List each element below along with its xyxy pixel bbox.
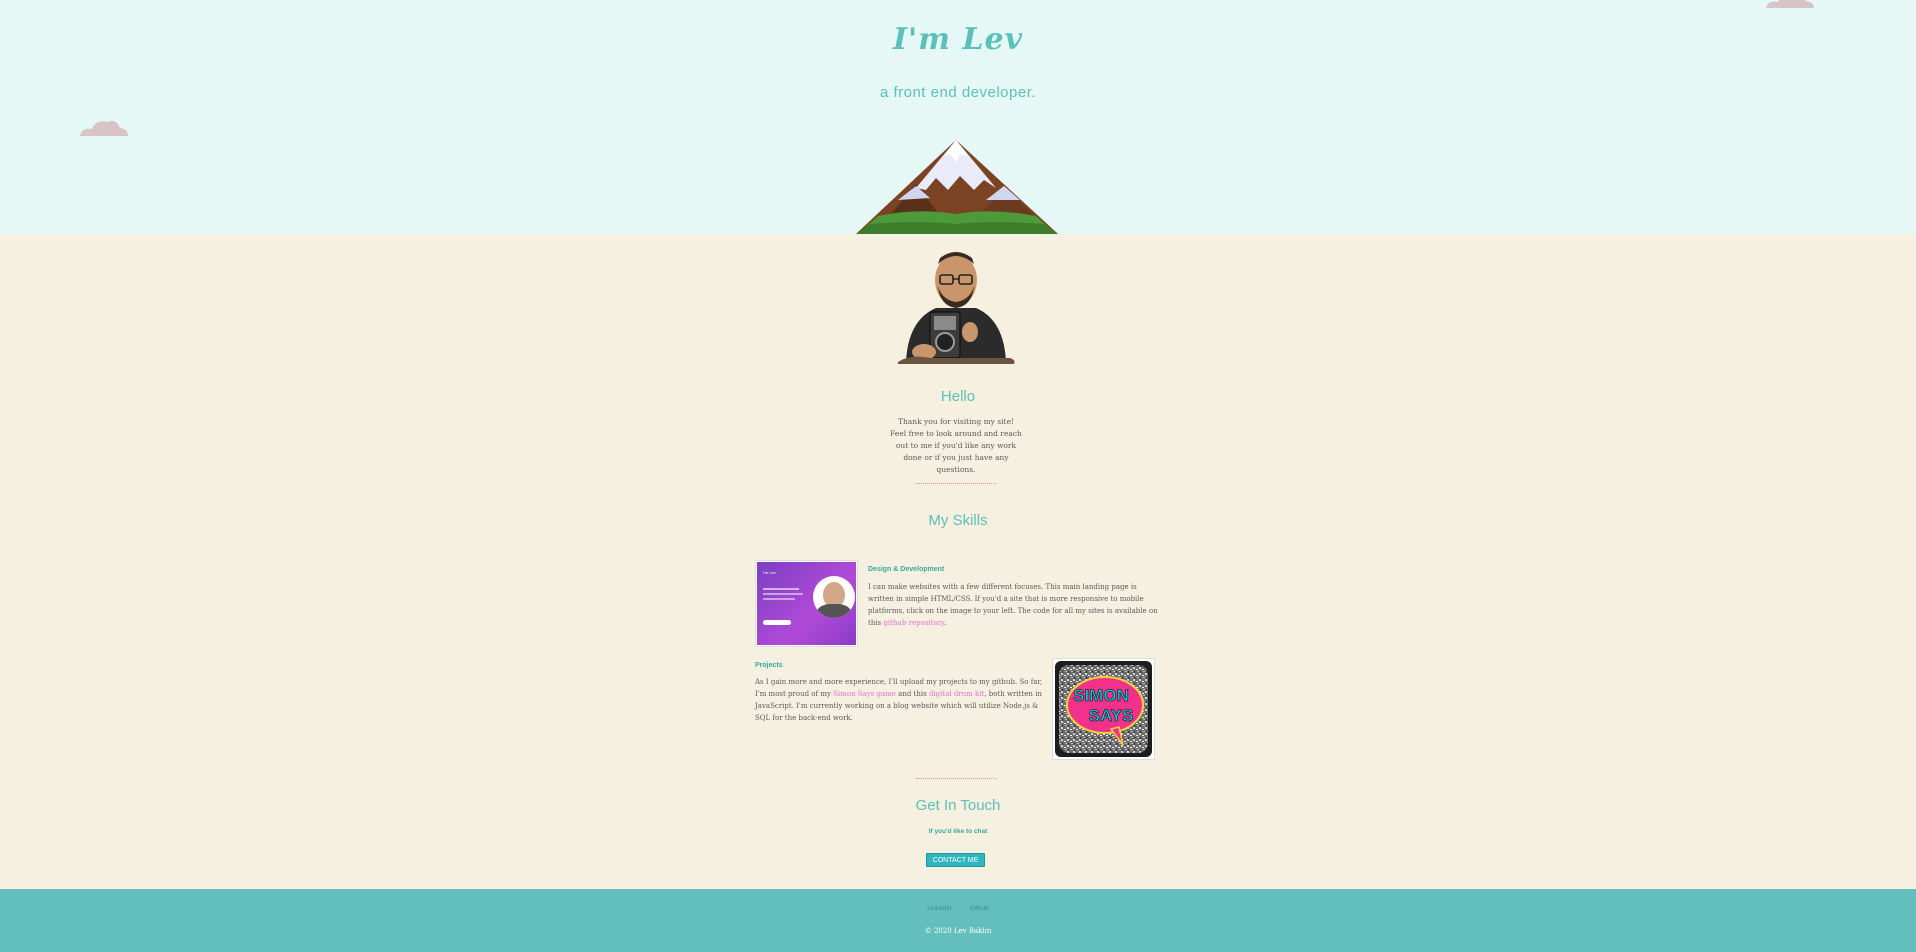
cloud-left-icon <box>80 120 128 136</box>
github-repository-link[interactable]: github repository <box>883 619 944 627</box>
simon-says-image: SIMON SAYS <box>1055 661 1152 757</box>
simon-says-text-1: SIMON <box>1073 686 1129 705</box>
simon-says-link[interactable]: Simon Says game <box>833 690 896 698</box>
thumb-line <box>763 588 799 590</box>
mountain-illustration <box>856 140 1058 234</box>
thumb-line <box>763 593 803 595</box>
simon-says-thumbnail[interactable]: SIMON SAYS <box>1052 658 1155 760</box>
copyright: © 2020 Lev Baklin <box>924 927 992 935</box>
drum-kit-link[interactable]: digital drum kit <box>929 690 984 698</box>
cloud-right-icon <box>1766 0 1814 8</box>
avatar-illustration <box>898 252 1015 364</box>
thumb-title: I'm Lev <box>763 570 776 575</box>
site-logo[interactable]: I'm Lev <box>0 22 1916 57</box>
footer-links: LinkedIn Github <box>0 905 1916 912</box>
footer-link-linkedin[interactable]: LinkedIn <box>927 905 952 912</box>
footer: LinkedIn Github © 2020 Lev Baklin <box>0 889 1916 952</box>
contact-me-button[interactable]: CONTACT ME <box>926 853 985 867</box>
projects-subheading: Projects <box>755 662 783 669</box>
hello-heading: Hello <box>940 388 976 405</box>
skills-heading: My Skills <box>928 512 988 529</box>
tagline: a front end developer. <box>879 84 1037 101</box>
footer-link-github[interactable]: Github <box>970 905 989 912</box>
hero-header: I'm Lev a front end developer. <box>0 0 1916 234</box>
contact-subtitle: If you'd like to chat <box>928 828 988 835</box>
thumb-line <box>763 598 795 600</box>
thumb-button <box>763 620 791 625</box>
design-paragraph: I can make websites with a few different… <box>868 583 1158 627</box>
divider-bottom <box>916 778 996 779</box>
thumb-avatar <box>813 576 855 618</box>
intro-text: Thank you for visiting my site! Feel fre… <box>890 417 1022 474</box>
design-project-thumbnail[interactable]: I'm Lev <box>755 560 858 647</box>
projects-paragraph: As I gain more and more experience, I'll… <box>755 678 1043 722</box>
contact-heading: Get In Touch <box>915 797 1001 814</box>
divider-top <box>916 483 996 484</box>
simon-says-text-2: SAYS <box>1089 706 1134 725</box>
design-subheading: Design & Development <box>868 566 945 573</box>
